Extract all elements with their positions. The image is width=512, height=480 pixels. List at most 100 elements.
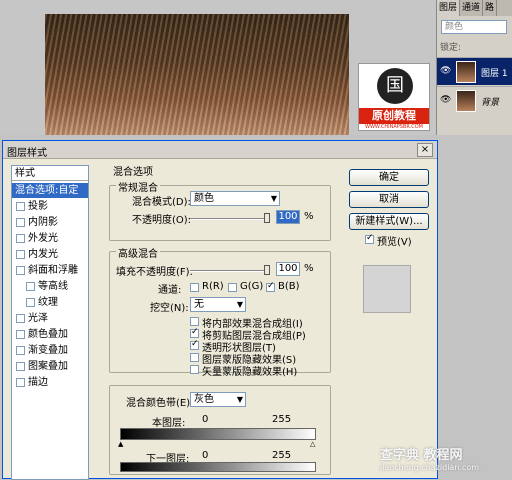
logo-text: 原创教程	[359, 108, 429, 124]
style-item-satin[interactable]: 光泽	[12, 311, 88, 326]
style-checkbox[interactable]	[16, 234, 25, 243]
layer-mask-hides-checkbox[interactable]	[190, 353, 199, 362]
layers-panel-tabs: 图层 通道 路	[437, 0, 512, 16]
blend-if-label: 混合颜色带(E):	[126, 398, 194, 409]
knockout-select[interactable]: 无 ▼	[190, 297, 246, 312]
opacity-input[interactable]: 100	[276, 210, 300, 224]
style-preview-swatch	[363, 265, 411, 313]
channel-r-label: R(R)	[202, 281, 224, 292]
style-checkbox[interactable]	[26, 298, 35, 307]
style-checkbox[interactable]	[26, 282, 35, 291]
style-label: 内阴影	[28, 217, 58, 228]
vector-mask-hides-checkbox[interactable]	[190, 365, 199, 374]
document-canvas[interactable]: 国 原创教程 WWW.CHINAPSBR.COM	[0, 0, 436, 135]
blending-options-panel: 混合选项 常规混合 混合模式(D): 颜色 ▼ 不透明度(O): 100 % 高…	[103, 159, 343, 479]
style-checkbox[interactable]	[16, 250, 25, 259]
photo-image	[45, 14, 349, 135]
dialog-titlebar[interactable]: 图层样式 ×	[3, 141, 437, 159]
opacity-unit: %	[304, 211, 314, 222]
logo-seal: 国	[377, 68, 413, 104]
blend-if-value: 灰色	[194, 394, 214, 405]
channel-b-checkbox[interactable]	[266, 281, 275, 292]
layer-blend-mode-select[interactable]: 颜色	[441, 20, 507, 34]
blend-mode-select[interactable]: 颜色 ▼	[190, 191, 280, 206]
chevron-down-icon: ▼	[270, 194, 277, 203]
fill-opacity-input[interactable]: 100	[276, 262, 300, 276]
this-layer-low-slider-icon[interactable]: ▲	[118, 440, 123, 448]
style-checkbox[interactable]	[16, 218, 25, 227]
style-label: 斜面和浮雕	[28, 265, 78, 276]
fill-opacity-slider-thumb[interactable]	[264, 265, 270, 275]
layer-style-dialog: 图层样式 × 样式 混合选项:自定 投影 内阴影 外发光 内发光 斜面和浮雕 等…	[2, 140, 438, 480]
advanced-blending-legend: 高级混合	[116, 245, 160, 260]
styles-list: 样式 混合选项:自定 投影 内阴影 外发光 内发光 斜面和浮雕 等高线 纹理 光…	[11, 165, 89, 480]
style-item-bevel-emboss[interactable]: 斜面和浮雕	[12, 263, 88, 278]
blend-mode-value: 颜色	[194, 193, 214, 204]
layer-row-layer1[interactable]: 👁 图层 1	[437, 57, 512, 85]
style-item-outer-glow[interactable]: 外发光	[12, 231, 88, 246]
blend-clipped-layers-checkbox[interactable]	[190, 327, 199, 338]
style-item-inner-shadow[interactable]: 内阴影	[12, 215, 88, 230]
advanced-blending-group: 高级混合 填充不透明度(F): 100 % 通道: R(R) G(G) B(B)…	[109, 245, 331, 378]
style-item-contour[interactable]: 等高线	[12, 279, 88, 294]
style-label: 内发光	[28, 249, 58, 260]
underlying-layer-gradient	[120, 462, 316, 472]
ok-button[interactable]: 确定	[349, 169, 429, 186]
watermark-url: jiaocheng.chazidian.com	[380, 463, 480, 472]
fill-opacity-slider[interactable]	[190, 265, 270, 275]
visibility-eye-icon[interactable]: 👁	[440, 66, 451, 76]
blend-if-group: 混合颜色带(E): 灰色 ▼ 本图层: 0 255 ▲ △ 下一图层: 0 25…	[109, 385, 331, 475]
layer-row-background[interactable]: 👁 背景	[437, 86, 512, 114]
style-item-gradient-overlay[interactable]: 渐变叠加	[12, 343, 88, 358]
vector-mask-hides-label: 矢量蒙版隐藏效果(H)	[202, 367, 298, 378]
style-item-color-overlay[interactable]: 颜色叠加	[12, 327, 88, 342]
channels-label: 通道:	[158, 285, 182, 296]
tab-channels[interactable]: 通道	[460, 0, 484, 16]
style-checkbox[interactable]	[16, 266, 25, 275]
layer-thumbnail	[456, 90, 476, 112]
knockout-label: 挖空(N):	[150, 303, 189, 314]
style-item-stroke[interactable]: 描边	[12, 375, 88, 390]
style-checkbox[interactable]	[16, 202, 25, 211]
close-button[interactable]: ×	[417, 143, 433, 157]
cancel-button[interactable]: 取消	[349, 191, 429, 208]
style-item-texture[interactable]: 纹理	[12, 295, 88, 310]
channel-g-checkbox[interactable]	[228, 283, 237, 292]
fill-opacity-unit: %	[304, 263, 314, 274]
preview-checkbox[interactable]	[365, 233, 374, 244]
style-item-drop-shadow[interactable]: 投影	[12, 199, 88, 214]
layers-panel: 图层 通道 路 颜色 锁定: 👁 图层 1 👁 背景	[436, 0, 512, 135]
style-label: 光泽	[28, 313, 48, 324]
style-checkbox[interactable]	[16, 378, 25, 387]
style-label: 颜色叠加	[28, 329, 68, 340]
style-checkbox[interactable]	[16, 314, 25, 323]
style-label: 图案叠加	[28, 361, 68, 372]
blend-if-select[interactable]: 灰色 ▼	[190, 392, 246, 407]
this-layer-high: 255	[272, 414, 292, 425]
tab-paths[interactable]: 路	[483, 0, 498, 16]
new-style-button[interactable]: 新建样式(W)...	[349, 213, 429, 230]
styles-list-header: 样式	[12, 166, 88, 181]
layer-thumbnail	[456, 61, 476, 83]
style-checkbox[interactable]	[16, 330, 25, 339]
this-layer-label: 本图层:	[152, 418, 186, 429]
this-layer-high-slider-icon[interactable]: △	[310, 440, 315, 448]
layer-name: 背景	[481, 98, 500, 108]
style-label: 等高线	[38, 281, 68, 292]
style-item-inner-glow[interactable]: 内发光	[12, 247, 88, 262]
style-checkbox[interactable]	[16, 362, 25, 371]
transparency-shapes-checkbox[interactable]	[190, 339, 199, 350]
dialog-title: 图层样式	[7, 148, 47, 159]
tab-layers[interactable]: 图层	[437, 0, 461, 16]
opacity-slider[interactable]	[190, 213, 270, 223]
visibility-eye-icon[interactable]: 👁	[440, 95, 451, 105]
opacity-slider-thumb[interactable]	[264, 213, 270, 223]
this-layer-gradient	[120, 428, 316, 440]
style-label: 投影	[28, 201, 48, 212]
style-item-blending-options[interactable]: 混合选项:自定	[12, 183, 88, 198]
channel-r-checkbox[interactable]	[190, 283, 199, 292]
blend-interior-effects-checkbox[interactable]	[190, 317, 199, 326]
style-label: 描边	[28, 377, 48, 388]
style-checkbox[interactable]	[16, 346, 25, 355]
style-item-pattern-overlay[interactable]: 图案叠加	[12, 359, 88, 374]
